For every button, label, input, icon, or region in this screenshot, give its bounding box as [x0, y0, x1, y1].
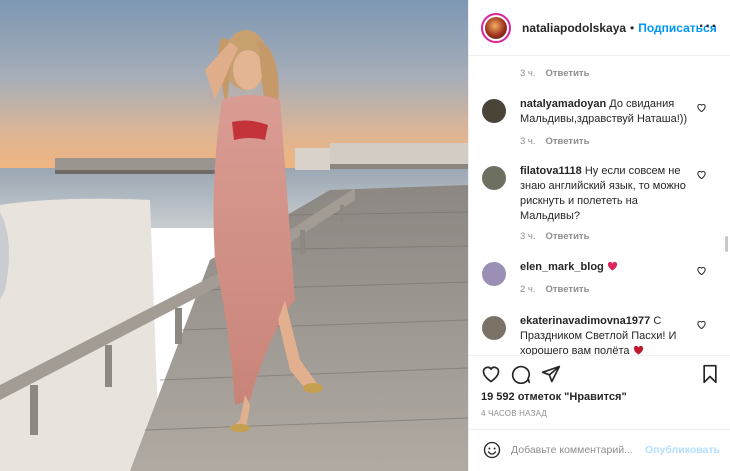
comment-time: 3 ч. [520, 68, 536, 79]
comment-username[interactable]: ekaterinavadimovna1977 [520, 315, 650, 327]
comment-meta: 3 ч. Ответить [520, 136, 589, 147]
comment-meta: 3 ч. Ответить [520, 231, 589, 242]
post-sidebar: nataliapodolskaya • Подписаться ··· 3 ч.… [468, 0, 730, 471]
comment-time: 2 ч. [520, 284, 536, 295]
smiley-icon[interactable] [483, 441, 501, 459]
post-photo [0, 0, 468, 471]
avatar[interactable] [482, 166, 506, 190]
comment-username[interactable]: elen_mark_blog [520, 261, 604, 273]
bookmark-icon[interactable] [701, 364, 719, 384]
reply-button[interactable]: Ответить [546, 231, 590, 242]
comment-text: natalyamadoyan До свидания Мальдивы,здра… [520, 97, 700, 127]
small-heart-icon[interactable] [696, 169, 707, 180]
small-heart-icon[interactable] [696, 102, 707, 113]
publish-button[interactable]: Опубликовать [645, 444, 720, 456]
author-avatar[interactable] [481, 12, 511, 43]
small-heart-icon[interactable] [696, 319, 707, 330]
paper-plane-icon[interactable] [541, 364, 561, 384]
comment-time: 3 ч. [520, 231, 536, 242]
reply-button[interactable]: Ответить [546, 136, 590, 147]
comment-text: ekaterinavadimovna1977 С Праздником Свет… [520, 314, 700, 355]
header-separator: • [630, 20, 635, 35]
comment-meta: 3 ч. Ответить [520, 68, 589, 79]
comment-text: filatova1118 Ну если совсем не знаю англ… [520, 164, 700, 224]
author-username[interactable]: nataliapodolskaya [522, 21, 626, 35]
comment-time: 3 ч. [520, 136, 536, 147]
avatar[interactable] [482, 262, 506, 286]
comment-username[interactable]: filatova1118 [520, 165, 582, 177]
avatar[interactable] [482, 316, 506, 340]
heart-emoji [633, 345, 643, 355]
heart-emoji [607, 261, 617, 271]
comment-input[interactable] [511, 438, 641, 462]
reply-button[interactable]: Ответить [546, 284, 590, 295]
add-comment-bar: Опубликовать [469, 429, 730, 471]
avatar[interactable] [482, 99, 506, 123]
post-header: nataliapodolskaya • Подписаться ··· [469, 0, 730, 56]
likes-count[interactable]: 19 592 отметок "Нравится" [481, 391, 627, 403]
comment-bubble-icon[interactable] [511, 364, 531, 384]
post-actions: 19 592 отметок "Нравится" 4 часов назад [469, 355, 730, 429]
comment-text: elen_mark_blog [520, 260, 700, 275]
small-heart-icon[interactable] [696, 265, 707, 276]
heart-outline-icon[interactable] [481, 364, 501, 384]
comment-meta: 2 ч. Ответить [520, 284, 589, 295]
post-time[interactable]: 4 часов назад [481, 409, 547, 418]
reply-button[interactable]: Ответить [546, 68, 590, 79]
comment-username[interactable]: natalyamadoyan [520, 98, 606, 110]
comments-scrollbar[interactable] [725, 236, 728, 252]
comments-list[interactable]: 3 ч. Ответить natalyamadoyan До свидания … [469, 57, 730, 355]
more-options-icon[interactable]: ··· [699, 18, 718, 36]
